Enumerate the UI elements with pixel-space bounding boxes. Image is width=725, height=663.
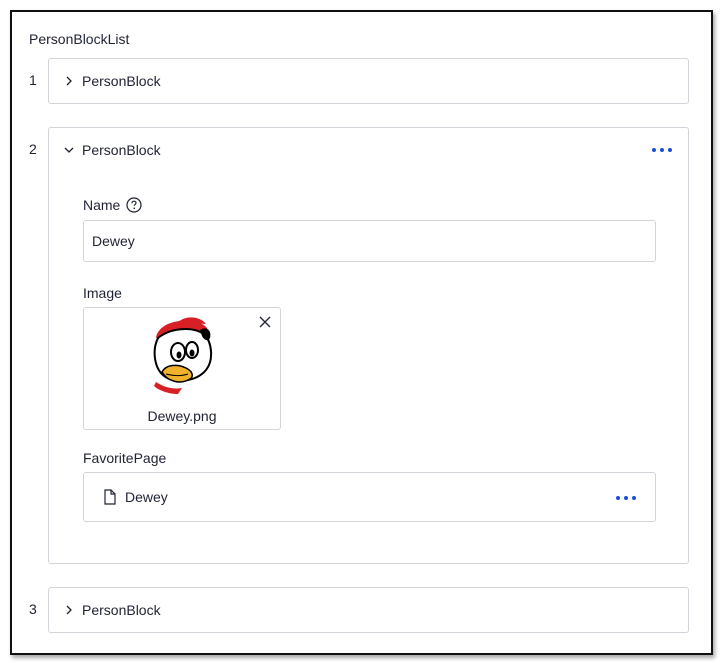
image-preview-card[interactable]: Dewey.png [83,307,281,430]
block-header-1[interactable]: PersonBlock [49,59,688,103]
block-header-2[interactable]: PersonBlock [49,128,688,172]
item-index: 3 [29,601,37,617]
person-block-1: PersonBlock [48,58,689,104]
item-index: 1 [29,72,37,88]
duck-image [153,317,212,394]
document-icon [104,489,116,505]
chevron-down-icon [64,147,74,153]
more-options-icon[interactable] [652,146,672,154]
favorite-page-label: FavoritePage [83,450,167,466]
name-label-text: Name [83,197,121,213]
image-field-label: Image [83,285,122,301]
image-filename: Dewey.png [147,408,217,424]
chevron-right-icon [66,605,72,615]
name-field[interactable] [83,220,656,262]
chevron-right-icon [66,76,72,86]
list-title: PersonBlockList [29,31,130,47]
more-options-icon[interactable] [616,494,636,502]
name-field-label: Name [83,197,142,213]
item-index: 2 [29,141,37,157]
block-label: PersonBlock [82,73,161,89]
block-label: PersonBlock [82,142,161,158]
block-header-3[interactable]: PersonBlock [49,588,688,632]
favorite-page-field[interactable]: Dewey [83,472,656,522]
person-block-3: PersonBlock [48,587,689,633]
help-circle-icon[interactable] [126,197,142,213]
block-label: PersonBlock [82,602,161,618]
favorite-page-value: Dewey [125,489,168,505]
close-icon[interactable] [259,316,271,328]
